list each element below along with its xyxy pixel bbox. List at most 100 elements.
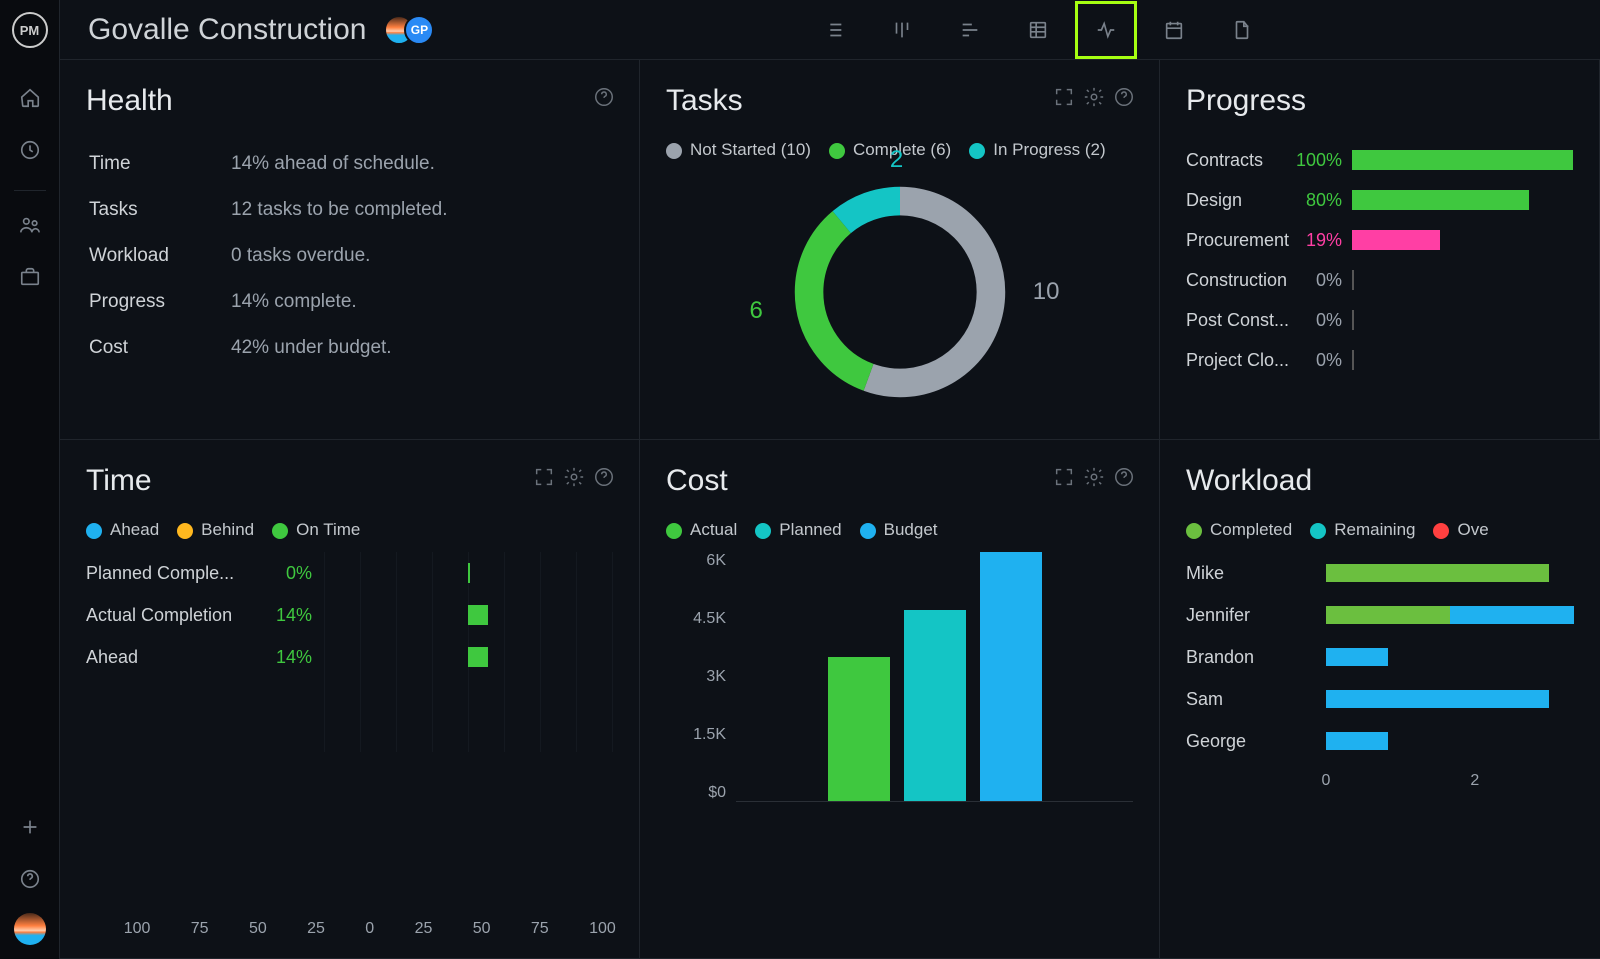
gear-icon[interactable]	[1083, 86, 1105, 108]
workload-rows: Mike Jennifer Brandon Sam George	[1186, 552, 1574, 762]
panel-title: Health	[86, 84, 613, 118]
dot-icon	[272, 523, 288, 539]
health-row: Tasks12 tasks to be completed.	[88, 188, 611, 232]
dot-icon	[829, 143, 845, 159]
main: Govalle Construction GP Health Time14% a…	[60, 0, 1600, 959]
workload-row: Mike	[1186, 552, 1574, 594]
time-axis: 1007550250255075100	[124, 920, 616, 938]
app-logo[interactable]: PM	[12, 12, 48, 48]
current-user-avatar[interactable]	[14, 913, 46, 945]
health-row: Time14% ahead of schedule.	[88, 142, 611, 186]
header: Govalle Construction GP	[60, 0, 1600, 60]
legend-item: Behind	[177, 520, 254, 540]
panel-workload: Workload Completed Remaining Ove Mike Je…	[1160, 440, 1600, 959]
panel-tasks: Tasks Not Started (10) Complete (6) In P…	[640, 60, 1160, 440]
sidebar-divider	[14, 190, 46, 191]
legend-item: Ove	[1433, 520, 1488, 540]
view-gantt-icon[interactable]	[940, 2, 1000, 58]
member-avatars[interactable]: GP	[384, 15, 434, 45]
view-list-icon[interactable]	[804, 2, 864, 58]
progress-row: Post Const...0%	[1186, 300, 1573, 340]
legend-item: On Time	[272, 520, 360, 540]
bar-planned	[904, 610, 966, 803]
help-icon[interactable]	[1113, 466, 1135, 488]
help-icon[interactable]	[12, 861, 48, 897]
health-row: Workload0 tasks overdue.	[88, 234, 611, 278]
panel-title: Progress	[1186, 84, 1573, 118]
axis-label: 3K	[666, 668, 726, 686]
help-icon[interactable]	[1113, 86, 1135, 108]
progress-row: Contracts100%	[1186, 140, 1573, 180]
legend-item: Budget	[860, 520, 938, 540]
expand-icon[interactable]	[533, 466, 555, 488]
progress-row: Construction0%	[1186, 260, 1573, 300]
time-legend: Ahead Behind On Time	[86, 520, 613, 540]
time-row: Ahead14%	[86, 636, 613, 678]
help-icon[interactable]	[593, 466, 615, 488]
dot-icon	[666, 523, 682, 539]
legend-item: Ahead	[86, 520, 159, 540]
bar-budget	[980, 552, 1042, 802]
expand-icon[interactable]	[1053, 466, 1075, 488]
workload-row: George	[1186, 720, 1574, 762]
dot-icon	[86, 523, 102, 539]
workload-legend: Completed Remaining Ove	[1186, 520, 1574, 540]
workload-row: Brandon	[1186, 636, 1574, 678]
tasks-donut: 2 10 6	[780, 172, 1020, 412]
view-tabs	[804, 2, 1272, 58]
axis-label: $0	[666, 784, 726, 802]
health-table: Time14% ahead of schedule. Tasks12 tasks…	[86, 140, 613, 372]
help-icon[interactable]	[593, 86, 615, 108]
donut-label: 2	[890, 146, 903, 174]
view-files-icon[interactable]	[1212, 2, 1272, 58]
dot-icon	[1433, 523, 1449, 539]
team-icon[interactable]	[12, 207, 48, 243]
dot-icon	[969, 143, 985, 159]
time-row: Actual Completion14%	[86, 594, 613, 636]
dot-icon	[860, 523, 876, 539]
view-board-icon[interactable]	[872, 2, 932, 58]
dot-icon	[1310, 523, 1326, 539]
progress-row: Project Clo...0%	[1186, 340, 1573, 380]
donut-label: 6	[750, 297, 763, 325]
panel-cost: Cost Actual Planned Budget 6K 4.5K 3K 1.…	[640, 440, 1160, 959]
dot-icon	[1186, 523, 1202, 539]
project-title: Govalle Construction	[88, 13, 366, 47]
legend-item: Not Started (10)	[666, 140, 811, 160]
recent-icon[interactable]	[12, 132, 48, 168]
add-icon[interactable]	[12, 809, 48, 845]
workload-row: Sam	[1186, 678, 1574, 720]
panel-progress: Progress Contracts100% Design80% Procure…	[1160, 60, 1600, 440]
cost-legend: Actual Planned Budget	[666, 520, 1133, 540]
view-sheet-icon[interactable]	[1008, 2, 1068, 58]
legend-item: In Progress (2)	[969, 140, 1105, 160]
cost-chart: 6K 4.5K 3K 1.5K $0	[666, 552, 1133, 832]
panel-health: Health Time14% ahead of schedule. Tasks1…	[60, 60, 640, 440]
portfolio-icon[interactable]	[12, 259, 48, 295]
workload-row: Jennifer	[1186, 594, 1574, 636]
donut-label: 10	[1033, 278, 1060, 306]
home-icon[interactable]	[12, 80, 48, 116]
progress-rows: Contracts100% Design80% Procurement19% C…	[1186, 140, 1573, 380]
progress-row: Procurement19%	[1186, 220, 1573, 260]
gear-icon[interactable]	[563, 466, 585, 488]
gear-icon[interactable]	[1083, 466, 1105, 488]
panel-time: Time Ahead Behind On Time Planned Comple…	[60, 440, 640, 959]
legend-item: Actual	[666, 520, 737, 540]
bar-actual	[828, 657, 890, 802]
dot-icon	[755, 523, 771, 539]
dashboard-grid: Health Time14% ahead of schedule. Tasks1…	[60, 60, 1600, 959]
dot-icon	[177, 523, 193, 539]
avatar: GP	[404, 15, 434, 45]
view-dashboard-icon[interactable]	[1076, 2, 1136, 58]
expand-icon[interactable]	[1053, 86, 1075, 108]
axis-label: 6K	[666, 552, 726, 570]
dot-icon	[666, 143, 682, 159]
legend-item: Planned	[755, 520, 841, 540]
sidebar: PM	[0, 0, 60, 959]
panel-title: Workload	[1186, 464, 1574, 498]
view-calendar-icon[interactable]	[1144, 2, 1204, 58]
health-row: Cost42% under budget.	[88, 326, 611, 370]
health-row: Progress14% complete.	[88, 280, 611, 324]
axis-label: 1.5K	[666, 726, 726, 744]
